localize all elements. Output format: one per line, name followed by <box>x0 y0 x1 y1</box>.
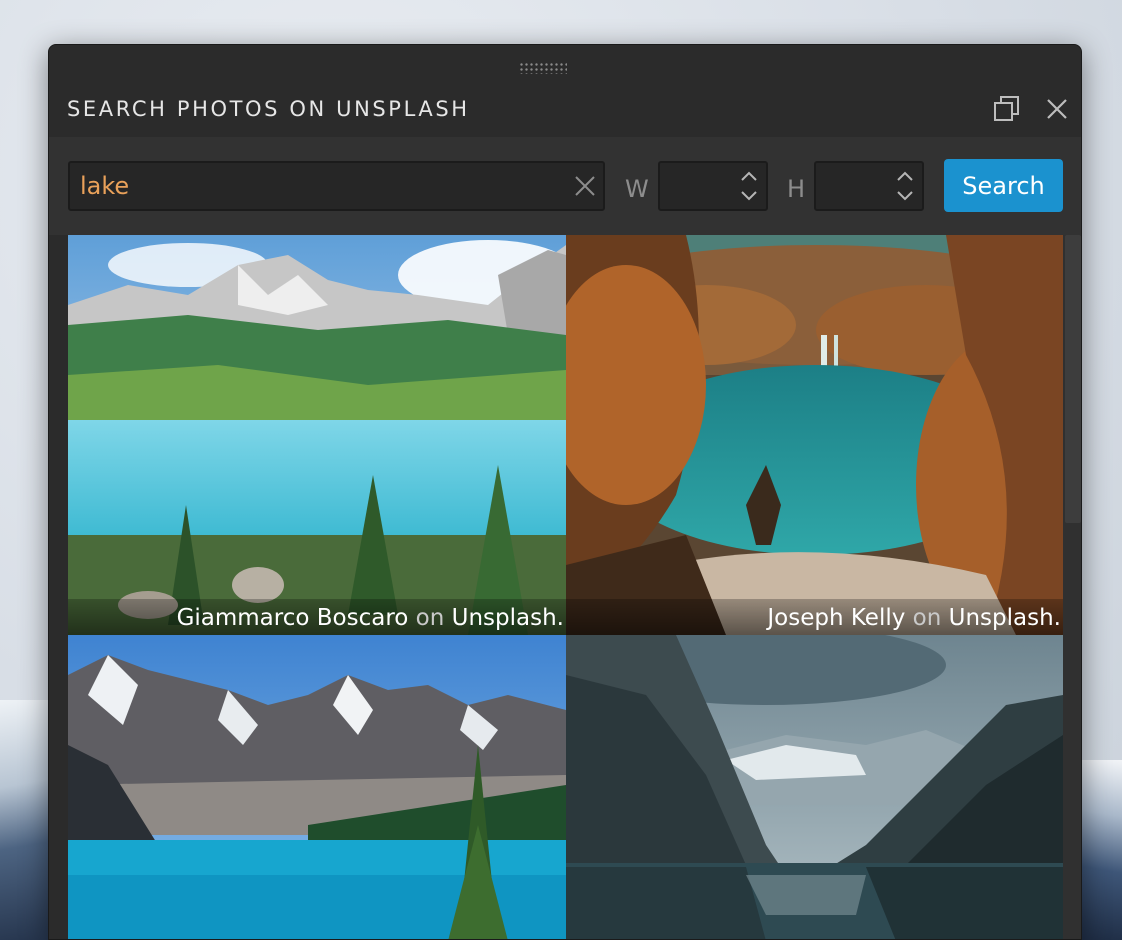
height-input[interactable] <box>822 163 894 209</box>
result-photo-3[interactable] <box>68 635 566 939</box>
credit-on-1: on <box>415 605 445 631</box>
photo-lake-dolomites <box>68 235 566 635</box>
photo-lake-autumn-waterfall <box>566 235 1063 635</box>
results-grid: Giammarco Boscaro on Unsplash. Joseph Ke… <box>68 235 1063 939</box>
credit-author-1[interactable]: Giammarco Boscaro <box>177 605 409 631</box>
result-photo-1[interactable]: Giammarco Boscaro on Unsplash. <box>68 235 566 635</box>
photo-lake-moraine <box>68 635 566 939</box>
photo-credit-1: Giammarco Boscaro on Unsplash. <box>68 599 566 635</box>
search-input[interactable] <box>80 163 560 209</box>
width-decrement-chevron-down-icon[interactable] <box>738 187 760 205</box>
credit-on-2: on <box>912 605 942 631</box>
dialog-title: SEARCH PHOTOS ON UNSPLASH <box>67 97 470 121</box>
drag-grip-icon[interactable] <box>519 62 567 74</box>
height-increment-chevron-up-icon[interactable] <box>894 167 916 185</box>
restore-window-icon <box>994 96 1019 121</box>
close-icon <box>1047 99 1067 119</box>
width-input[interactable] <box>666 163 738 209</box>
scrollbar-thumb[interactable] <box>1065 235 1081 523</box>
height-decrement-chevron-down-icon[interactable] <box>894 187 916 205</box>
unsplash-search-dialog: SEARCH PHOTOS ON UNSPLASH W <box>48 44 1082 940</box>
width-label: W <box>625 175 649 203</box>
result-photo-2[interactable]: Joseph Kelly on Unsplash. <box>566 235 1063 635</box>
photo-lake-louise-reflection <box>566 635 1063 939</box>
dialog-titlebar: SEARCH PHOTOS ON UNSPLASH <box>49 45 1081 137</box>
search-button[interactable]: Search <box>944 159 1063 212</box>
clear-search-button[interactable] <box>573 174 597 198</box>
height-stepper <box>814 161 924 211</box>
width-stepper <box>658 161 768 211</box>
clear-x-icon <box>575 176 595 196</box>
results-scrollbar[interactable] <box>1063 235 1081 939</box>
restore-button[interactable] <box>991 93 1023 125</box>
search-toolbar: W H Search <box>49 137 1081 235</box>
credit-site-2[interactable]: Unsplash. <box>949 605 1061 631</box>
search-field <box>68 161 605 211</box>
photo-credit-2: Joseph Kelly on Unsplash. <box>566 599 1063 635</box>
width-increment-chevron-up-icon[interactable] <box>738 167 760 185</box>
height-label: H <box>787 175 806 203</box>
close-button[interactable] <box>1041 93 1073 125</box>
credit-author-2[interactable]: Joseph Kelly <box>767 605 905 631</box>
credit-site-1[interactable]: Unsplash. <box>452 605 564 631</box>
result-photo-4[interactable] <box>566 635 1063 939</box>
